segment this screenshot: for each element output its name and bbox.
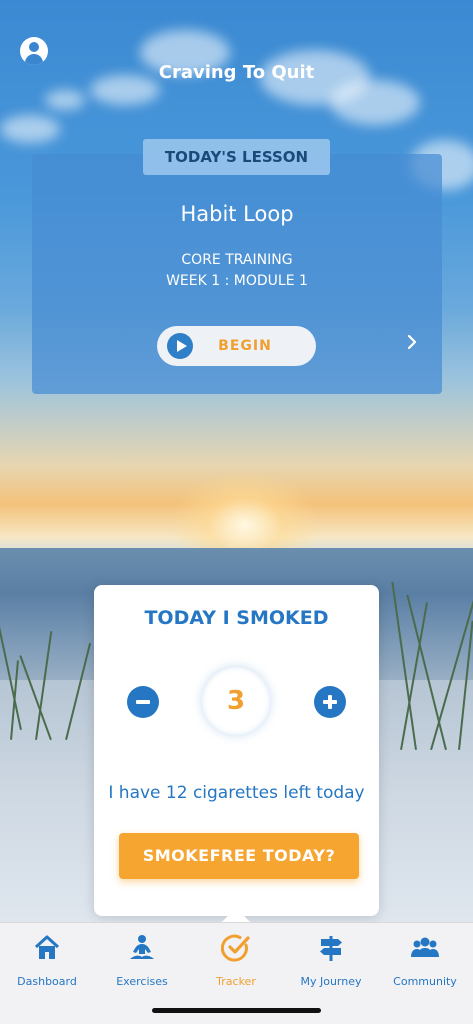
profile-icon-head (29, 42, 39, 52)
home-icon (34, 935, 60, 959)
check-circle-icon (221, 934, 250, 962)
meditation-icon (130, 935, 154, 959)
page-title: Craving To Quit (158, 62, 315, 83)
nav-item-community[interactable]: Community (378, 931, 472, 991)
nav-item-dashboard[interactable]: Dashboard (0, 931, 94, 991)
lesson-name: Habit Loop (180, 202, 294, 226)
cloud (330, 80, 420, 125)
smokefree-today-button[interactable]: SMOKEFREE TODAY? (119, 833, 359, 879)
nav-label: Community (393, 975, 457, 988)
cloud (45, 90, 85, 110)
nav-item-tracker[interactable]: Tracker (189, 931, 283, 991)
nav-label: Exercises (116, 975, 168, 988)
home-indicator (152, 1008, 321, 1013)
tracker-title: TODAY I SMOKED (144, 607, 329, 629)
lesson-module: WEEK 1 : MODULE 1 (166, 273, 308, 289)
play-icon (167, 333, 193, 359)
nav-item-my-journey[interactable]: My Journey (284, 931, 378, 991)
remaining-text: I have 12 cigarettes left today (108, 783, 365, 803)
chevron-right-icon[interactable] (402, 332, 422, 352)
cloud (0, 115, 60, 143)
smoked-tracker-card: TODAY I SMOKED 3 I have 12 cigarettes le… (94, 585, 379, 916)
nav-label: Dashboard (17, 975, 77, 988)
lesson-tag: TODAY'S LESSON (143, 139, 330, 175)
decrement-button[interactable] (127, 686, 159, 718)
smoked-count: 3 (202, 667, 270, 735)
people-icon (411, 937, 439, 957)
lesson-track: CORE TRAINING (181, 252, 293, 268)
nav-label: My Journey (300, 975, 362, 988)
signpost-icon (320, 936, 342, 961)
profile-icon[interactable] (20, 37, 48, 65)
nav-label: Tracker (216, 975, 256, 988)
begin-button[interactable]: BEGIN (157, 326, 316, 366)
increment-button[interactable] (314, 686, 346, 718)
begin-label: BEGIN (218, 338, 272, 354)
nav-item-exercises[interactable]: Exercises (95, 931, 189, 991)
